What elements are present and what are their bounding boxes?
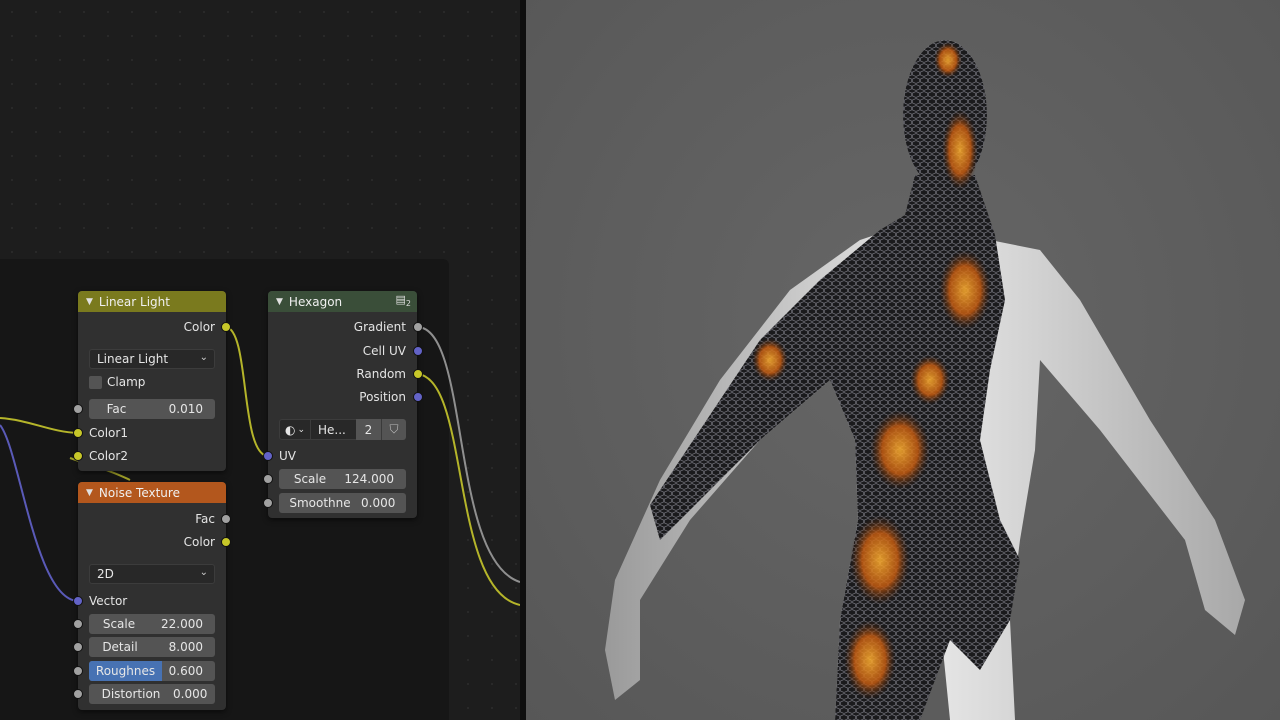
collapse-chevron-icon[interactable]: ▼ (86, 488, 93, 498)
node-group-selector[interactable]: ◐ ⌄ He... 2 ⛉ (279, 419, 406, 440)
random-output-socket[interactable] (413, 369, 423, 379)
noise-fac-output-socket[interactable] (221, 514, 231, 524)
clamp-label: Clamp (107, 375, 146, 389)
output-random-label: Random (356, 367, 406, 381)
fake-user-button[interactable]: ⛉ (381, 419, 406, 440)
clamp-checkbox[interactable] (89, 375, 102, 389)
link-linear-to-uv (225, 326, 269, 457)
output-gradient-label: Gradient (353, 320, 406, 334)
noise-texture-title: Noise Texture (98, 485, 180, 500)
dimensions-value: 2D (97, 567, 114, 581)
scale-input-socket[interactable] (73, 619, 83, 629)
hexagon-header[interactable]: ▼ Hexagon ▤2 (268, 291, 417, 312)
blend-mode-value: Linear Light (97, 352, 169, 366)
output-color-label: Color (183, 535, 215, 549)
linear-light-node[interactable]: ▼ Linear Light Color Linear Light ⌄ Clam… (78, 291, 226, 471)
color1-label: Color1 (89, 426, 128, 440)
distortion-field[interactable]: Distortion 0.000 (89, 684, 215, 704)
node-group-users: 2 (364, 422, 373, 437)
output-cell-uv-label: Cell UV (362, 344, 406, 358)
output-position-label: Position (359, 390, 406, 404)
smoothness-field[interactable]: Smoothne 0.000 (279, 493, 406, 513)
detail-value: 8.000 (168, 640, 203, 654)
3d-viewport[interactable] (526, 0, 1280, 720)
link-random-out (417, 373, 520, 606)
hex-scale-value: 124.000 (344, 472, 394, 486)
link-gradient-out (417, 326, 520, 583)
roughness-input-socket[interactable] (73, 666, 83, 676)
linear-light-color-output-socket[interactable] (221, 322, 231, 332)
noise-texture-node[interactable]: ▼ Noise Texture Fac Color 2D ⌄ Vector Sc… (78, 482, 226, 710)
chevron-down-icon: ⌄ (199, 567, 208, 578)
distortion-label: Distortion (101, 687, 161, 701)
uv-input-socket[interactable] (263, 451, 273, 461)
node-tree-icon: ◐ (284, 422, 296, 437)
gradient-output-socket[interactable] (413, 322, 423, 332)
shader-node-editor[interactable]: ▼ Linear Light Color Linear Light ⌄ Clam… (0, 0, 520, 720)
detail-label: Detail (102, 640, 138, 654)
link-color1 (0, 417, 79, 434)
uv-label: UV (279, 449, 296, 463)
node-group-users-button[interactable]: 2 (356, 419, 381, 440)
blend-mode-dropdown[interactable]: Linear Light ⌄ (89, 349, 215, 369)
vector-input-socket[interactable] (73, 596, 83, 606)
roughness-label: Roughnes (89, 661, 162, 681)
browse-node-group-button[interactable]: ◐ ⌄ (279, 419, 311, 440)
clamp-checkbox-row[interactable]: Clamp (89, 375, 145, 389)
noise-texture-header[interactable]: ▼ Noise Texture (78, 482, 226, 503)
hexagon-group-node[interactable]: ▼ Hexagon ▤2 Gradient Cell UV Random Pos… (268, 291, 417, 518)
collapse-chevron-icon[interactable]: ▼ (276, 297, 283, 307)
scale-field[interactable]: Scale 22.000 (89, 614, 215, 634)
detail-field[interactable]: Detail 8.000 (89, 637, 215, 657)
chevron-down-icon: ⌄ (297, 424, 306, 435)
fac-label: Fac (106, 402, 127, 416)
roughness-field[interactable]: Roughnes 0.600 (89, 661, 215, 681)
link-vector (0, 424, 79, 602)
color2-input-socket[interactable] (73, 451, 83, 461)
color2-label: Color2 (89, 449, 128, 463)
smoothness-input-socket[interactable] (263, 498, 273, 508)
output-fac-label: Fac (195, 512, 215, 526)
node-group-name: He... (318, 422, 346, 437)
output-color-label: Color (183, 320, 215, 334)
chevron-down-icon: ⌄ (199, 352, 208, 363)
color1-input-socket[interactable] (73, 428, 83, 438)
hex-scale-field[interactable]: Scale 124.000 (279, 469, 406, 489)
node-group-name-field[interactable]: He... (311, 419, 356, 440)
detail-input-socket[interactable] (73, 642, 83, 652)
fac-input-socket[interactable] (73, 404, 83, 414)
hexagon-title: Hexagon (288, 294, 343, 309)
distortion-value: 0.000 (173, 687, 208, 701)
hex-scale-input-socket[interactable] (263, 474, 273, 484)
group-users-count: 2 (405, 299, 411, 309)
shield-icon: ⛉ (389, 422, 399, 436)
position-output-socket[interactable] (413, 392, 423, 402)
fac-value: 0.010 (168, 402, 203, 416)
linear-light-header[interactable]: ▼ Linear Light (78, 291, 226, 312)
smoothness-label: Smoothne (289, 496, 351, 510)
hex-scale-label: Scale (293, 472, 327, 486)
node-group-icon[interactable]: ▤2 (396, 293, 412, 308)
noise-color-output-socket[interactable] (221, 537, 231, 547)
scale-label: Scale (102, 617, 136, 631)
scale-value: 22.000 (161, 617, 203, 631)
dimensions-dropdown[interactable]: 2D ⌄ (89, 564, 215, 584)
roughness-value: 0.600 (168, 664, 203, 678)
vector-label: Vector (89, 594, 128, 608)
linear-light-title: Linear Light (98, 294, 170, 309)
cell-uv-output-socket[interactable] (413, 346, 423, 356)
fac-field[interactable]: Fac 0.010 (89, 399, 215, 419)
distortion-input-socket[interactable] (73, 689, 83, 699)
smoothness-value: 0.000 (361, 496, 396, 510)
collapse-chevron-icon[interactable]: ▼ (86, 297, 93, 307)
rendered-character-model (605, 40, 1245, 720)
